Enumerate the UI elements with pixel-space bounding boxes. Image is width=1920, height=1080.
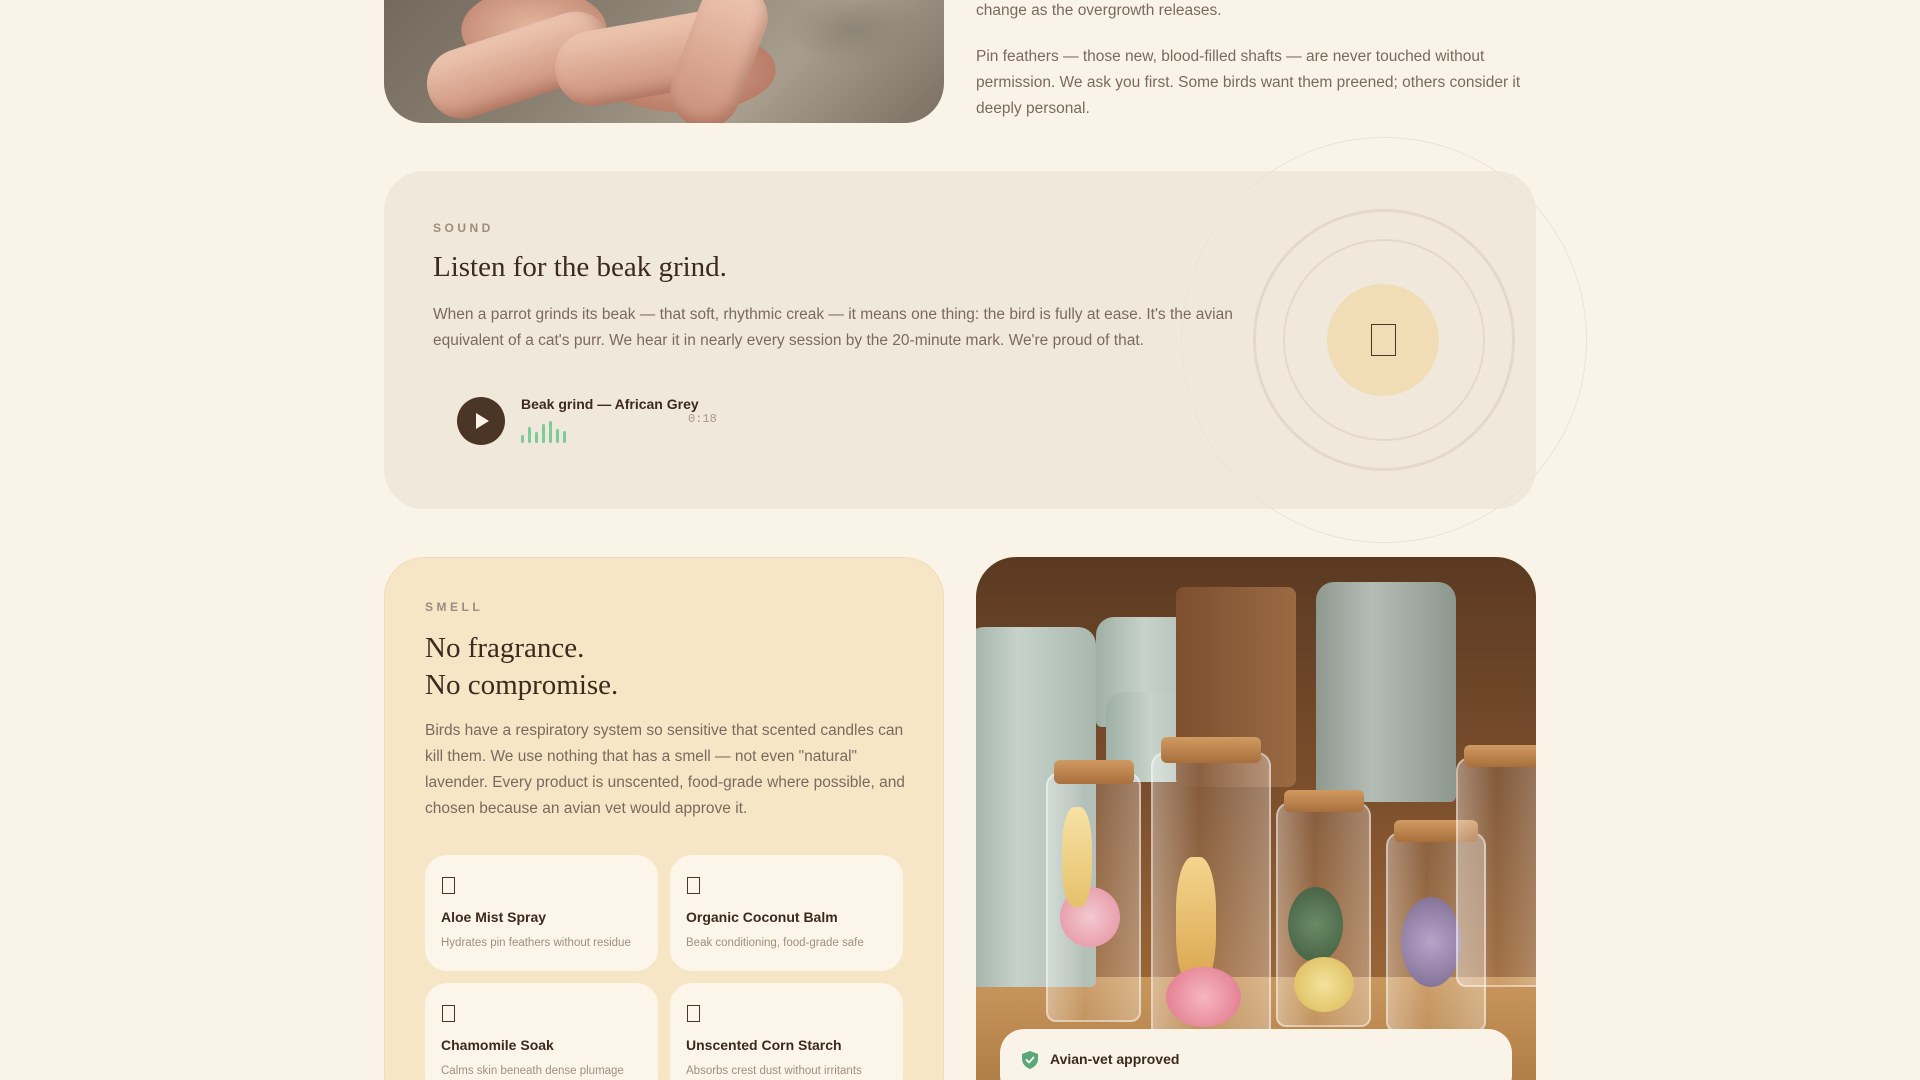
badge-label: Avian-vet approved <box>1050 1051 1180 1067</box>
product-name: Unscented Corn Starch <box>686 1037 842 1053</box>
sound-section: SOUND Listen for the beak grind. When a … <box>384 137 1587 543</box>
track-duration: 0:18 <box>688 412 717 426</box>
vet-approved-badge: Avian-vet approved <box>1000 1029 1512 1080</box>
waveform <box>521 421 571 443</box>
ear-icon <box>1371 324 1396 356</box>
jars-photo: Avian-vet approved <box>976 557 1536 1080</box>
product-card-aloe[interactable]: Aloe Mist Spray Hydrates pin feathers wi… <box>425 855 658 971</box>
smell-body: Birds have a respiratory system so sensi… <box>425 722 905 817</box>
smell-title-line-1: No fragrance. <box>425 632 585 664</box>
smell-eyebrow: SMELL <box>425 600 484 614</box>
smell-section: SMELL No fragrance. No compromise. Birds… <box>384 557 944 1080</box>
balm-icon <box>687 877 700 894</box>
shield-check-icon <box>1022 1051 1038 1069</box>
product-card-chamomile[interactable]: Chamomile Soak Calms skin beneath dense … <box>425 983 658 1080</box>
product-card-coconut[interactable]: Organic Coconut Balm Beak conditioning, … <box>670 855 903 971</box>
product-desc: Beak conditioning, food-grade safe <box>686 937 864 949</box>
track-title: Beak grind — African Grey <box>521 396 699 412</box>
soak-icon <box>442 1005 455 1022</box>
product-card-corn-starch[interactable]: Unscented Corn Starch Absorbs crest dust… <box>670 983 903 1080</box>
product-desc: Absorbs crest dust without irritants <box>686 1065 862 1077</box>
spray-icon <box>442 877 455 894</box>
product-desc: Calms skin beneath dense plumage <box>441 1065 624 1077</box>
play-button[interactable] <box>457 397 505 445</box>
intro-text: change as the overgrowth releases. Pin f… <box>976 0 1528 122</box>
smell-title-line-2: No compromise. <box>425 669 619 701</box>
starch-icon <box>687 1005 700 1022</box>
product-desc: Hydrates pin feathers without residue <box>441 937 631 949</box>
hand-photo <box>384 0 944 123</box>
smell-title: No fragrance. No compromise. <box>425 630 618 704</box>
product-name: Chamomile Soak <box>441 1037 554 1053</box>
intro-paragraph-2: Pin feathers — those new, blood-filled s… <box>976 48 1521 117</box>
audio-player: Beak grind — African Grey 0:18 <box>457 395 777 447</box>
ear-icon-circle <box>1327 284 1439 396</box>
sound-title: Listen for the beak grind. <box>433 251 727 283</box>
sound-eyebrow: SOUND <box>433 221 494 235</box>
intro-paragraph-1: change as the overgrowth releases. <box>976 2 1222 19</box>
product-name: Aloe Mist Spray <box>441 909 547 925</box>
sound-body: When a parrot grinds its beak — that sof… <box>433 306 1233 349</box>
product-name: Organic Coconut Balm <box>686 909 838 925</box>
